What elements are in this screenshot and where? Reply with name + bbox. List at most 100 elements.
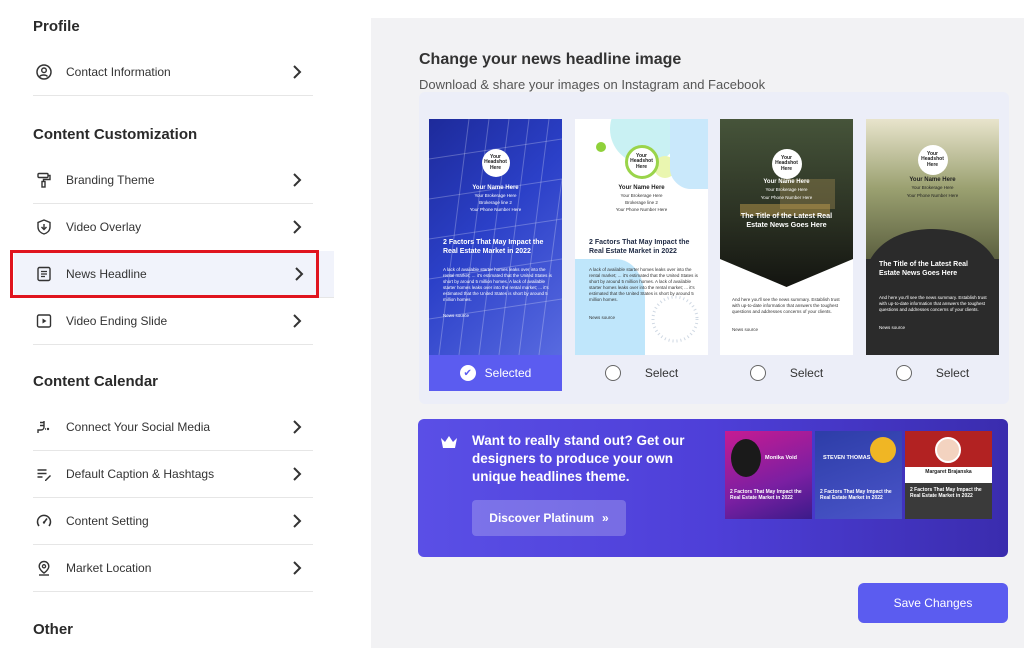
page-subtitle: Download & share your images on Instagra… xyxy=(419,77,766,92)
template-card-1[interactable]: Your Headshot Here Your Name Here Your B… xyxy=(429,119,562,355)
save-changes-button[interactable]: Save Changes xyxy=(858,583,1008,623)
section-title-content-calendar: Content Calendar xyxy=(33,373,159,390)
sample-template-2: STEVEN THOMAS 2 Factors That May Impact … xyxy=(815,431,902,519)
discover-platinum-button[interactable]: Discover Platinum » xyxy=(472,500,626,536)
chevron-right-icon xyxy=(293,173,302,187)
sidebar-item-contact-information[interactable]: Contact Information xyxy=(33,49,313,96)
phone-text: Your Phone Number Here xyxy=(469,207,522,212)
sidebar-item-label: Connect Your Social Media xyxy=(66,420,211,434)
template-headline: The Title of the Latest Real Estate News… xyxy=(740,211,833,229)
select-label: Selected xyxy=(484,366,532,380)
section-title-content-customization: Content Customization xyxy=(33,126,198,143)
agent-photo xyxy=(870,437,896,463)
play-icon xyxy=(35,312,53,330)
sidebar-item-video-ending-slide[interactable]: Video Ending Slide xyxy=(33,298,313,345)
sample-name: Margaret Brajanska xyxy=(925,469,972,475)
template-body: A lack of available starter homes leaks … xyxy=(443,267,552,303)
shield-download-icon xyxy=(35,218,53,236)
select-label: Select xyxy=(789,366,824,380)
main-panel: Change your news headline image Download… xyxy=(371,18,1024,648)
sidebar-item-label: Contact Information xyxy=(66,65,171,79)
news-source: News source xyxy=(879,325,906,330)
platinum-promo-banner: Want to really stand out? Get our design… xyxy=(418,419,1008,557)
select-label: Select xyxy=(935,366,970,380)
chevron-right-icon xyxy=(293,561,302,575)
agent-name: Your Name Here xyxy=(763,179,810,185)
template-headline: The Title of the Latest Real Estate News… xyxy=(879,261,968,277)
chevron-right-icon xyxy=(293,65,302,79)
agent-photo xyxy=(935,437,961,463)
template-headline: 2 Factors That May Impact the Real Estat… xyxy=(589,239,690,255)
template-card-4[interactable]: Your Headshot Here Your Name Here Your B… xyxy=(866,119,999,355)
sample-name: Monika Void xyxy=(765,455,797,461)
radio-button xyxy=(895,365,912,381)
select-template-2[interactable]: Select xyxy=(575,355,708,391)
news-source: News source xyxy=(443,313,470,318)
location-pin-icon xyxy=(35,559,53,577)
headshot-placeholder: Your Headshot Here xyxy=(771,149,802,179)
agent-name: Your Name Here xyxy=(909,177,956,183)
select-template-4[interactable]: Select xyxy=(866,355,999,391)
sample-template-1: Monika Void 2 Factors That May Impact th… xyxy=(725,431,812,519)
phone-text: Your Phone Number Here xyxy=(615,207,668,212)
sample-headline: 2 Factors That May Impact the Real Estat… xyxy=(820,489,892,502)
chevron-right-icon xyxy=(293,220,302,234)
chevron-right-icon xyxy=(293,420,302,434)
agent-name: Your Name Here xyxy=(618,185,665,191)
headshot-placeholder: Your Headshot Here xyxy=(917,145,948,175)
headshot-placeholder: Your Headshot Here xyxy=(624,145,659,179)
brokerage-text: Your Brokerage Here xyxy=(911,185,954,190)
template-gallery: Your Headshot Here Your Name Here Your B… xyxy=(419,92,1009,404)
promo-text: Want to really stand out? Get our design… xyxy=(472,433,685,484)
template-headline: 2 Factors That May Impact the Real Estat… xyxy=(443,239,544,255)
user-circle-icon xyxy=(35,63,53,81)
news-source: News source xyxy=(589,315,616,320)
sidebar-item-video-overlay[interactable]: Video Overlay xyxy=(33,204,313,251)
button-label: Discover Platinum xyxy=(489,511,594,525)
sample-headline: 2 Factors That May Impact the Real Estat… xyxy=(910,487,982,500)
template-body: A lack of available starter homes leaks … xyxy=(589,267,698,303)
select-label: Select xyxy=(644,366,679,380)
sidebar-item-content-setting[interactable]: Content Setting xyxy=(33,498,313,545)
template-body: And here you'll see the news summary. Es… xyxy=(879,295,987,313)
select-template-3[interactable]: Select xyxy=(720,355,853,391)
template-body: And here you'll see the news summary. Es… xyxy=(732,297,840,315)
brokerage-line2: Brokerage line 2 xyxy=(625,200,658,205)
paint-roller-icon xyxy=(35,171,53,189)
phone-text: Your Phone Number Here xyxy=(906,193,959,198)
sidebar-item-label: Default Caption & Hashtags xyxy=(66,467,215,481)
phone-text: Your Phone Number Here xyxy=(760,195,813,200)
agent-name: Your Name Here xyxy=(472,185,519,191)
highlight-box xyxy=(10,250,319,298)
agent-photo xyxy=(731,439,761,477)
template-card-2[interactable]: Your Headshot Here Your Name Here Your B… xyxy=(575,119,708,355)
caption-pen-icon xyxy=(35,465,53,483)
check-icon: ✔ xyxy=(459,365,476,381)
template-card-3[interactable]: Your Headshot Here Your Name Here Your B… xyxy=(720,119,853,355)
brokerage-text: Your Brokerage Here xyxy=(474,193,517,198)
brokerage-line2: Brokerage line 2 xyxy=(479,200,512,205)
sidebar-item-default-caption-hashtags[interactable]: Default Caption & Hashtags xyxy=(33,451,313,498)
sidebar-item-market-location[interactable]: Market Location xyxy=(33,545,313,592)
headshot-placeholder: Your Headshot Here xyxy=(481,149,510,177)
chevron-right-icon xyxy=(293,514,302,528)
chevron-right-icon xyxy=(293,467,302,481)
brokerage-text: Your Brokerage Here xyxy=(620,193,663,198)
sample-headline: 2 Factors That May Impact the Real Estat… xyxy=(730,489,802,502)
chevron-right-icon xyxy=(293,314,302,328)
page-title: Change your news headline image xyxy=(419,51,682,68)
sample-template-3: Margaret Brajanska 2 Factors That May Im… xyxy=(905,431,992,519)
sidebar-item-label: Content Setting xyxy=(66,514,149,528)
sidebar-item-branding-theme[interactable]: Branding Theme xyxy=(33,157,313,204)
select-template-1[interactable]: ✔ Selected xyxy=(429,355,562,391)
gauge-icon xyxy=(35,512,53,530)
sample-name: STEVEN THOMAS xyxy=(823,455,871,461)
plug-icon xyxy=(35,418,53,436)
section-title-other: Other xyxy=(33,621,74,638)
double-chevron-right-icon: » xyxy=(602,511,609,525)
news-source: News source xyxy=(732,327,759,332)
sidebar-item-label: Video Overlay xyxy=(66,220,142,234)
crown-icon xyxy=(441,436,457,448)
sidebar-item-label: Video Ending Slide xyxy=(66,314,168,328)
sidebar-item-connect-social-media[interactable]: Connect Your Social Media xyxy=(33,404,313,451)
